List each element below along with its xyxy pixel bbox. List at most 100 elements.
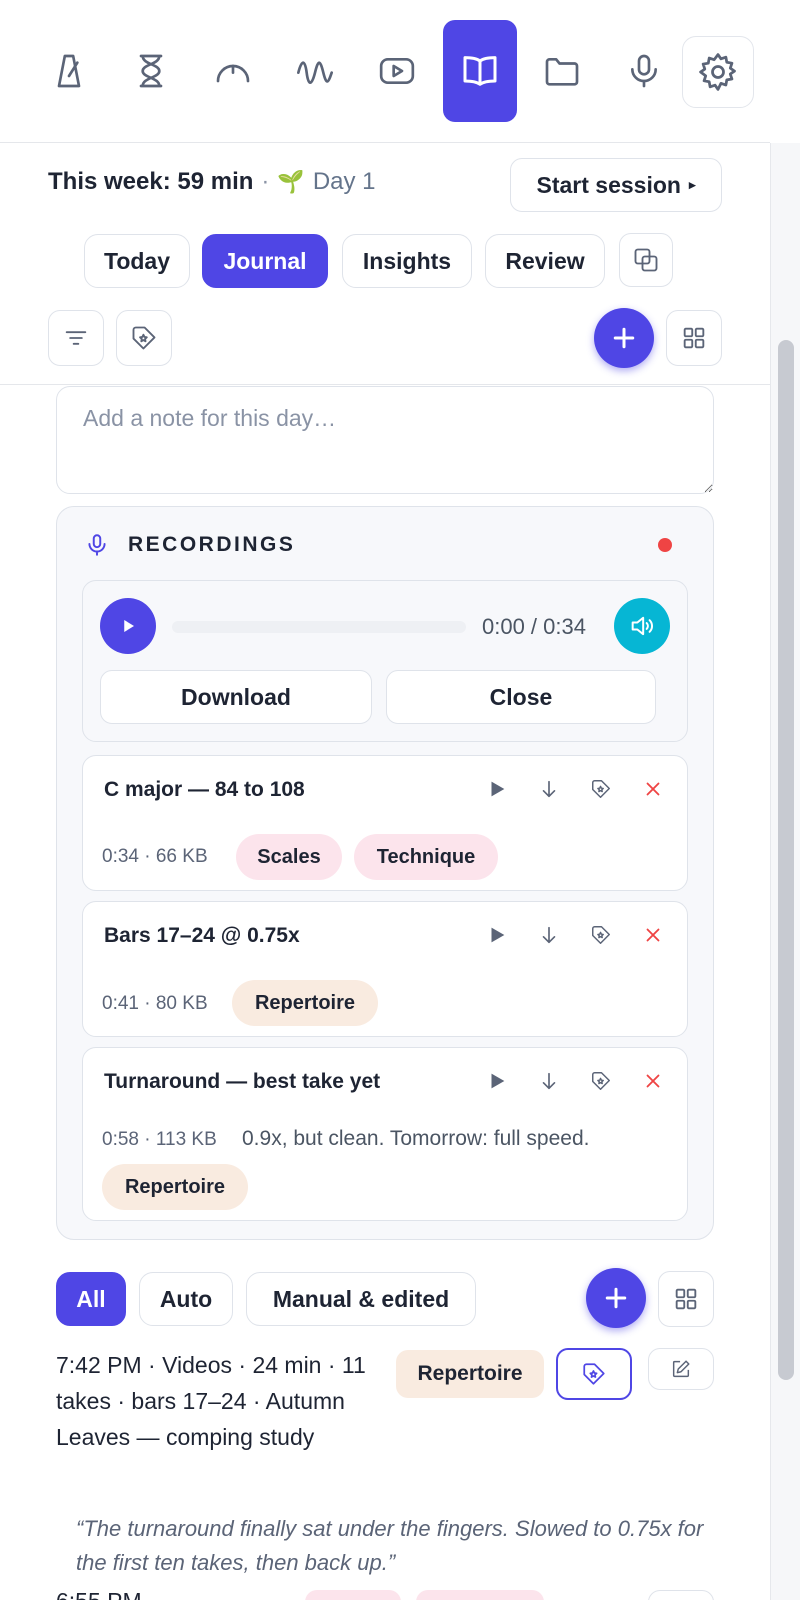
tuner-tool[interactable] (196, 20, 270, 122)
grid-view-button[interactable] (658, 1271, 714, 1327)
filter-auto[interactable]: Auto (139, 1272, 233, 1326)
recording-delete-button[interactable] (638, 1066, 668, 1096)
close-icon (646, 1074, 660, 1088)
grid-icon (683, 327, 705, 349)
tag-icon (583, 1363, 605, 1385)
recording-tag-button[interactable] (586, 774, 616, 804)
play-caret-icon: ▸ (688, 177, 696, 192)
recording-delete-button[interactable] (638, 774, 668, 804)
recording-play-button[interactable] (482, 920, 512, 950)
tag-icon (592, 780, 610, 798)
compare-button[interactable] (619, 233, 673, 287)
record-tool[interactable] (607, 20, 681, 122)
arrow-down-icon (542, 780, 556, 798)
scrollbar-thumb[interactable] (778, 340, 794, 1380)
tool-bar (0, 0, 770, 143)
library-tool[interactable] (525, 20, 599, 122)
arrow-down-icon (542, 1072, 556, 1090)
microphone-icon (88, 534, 106, 556)
recording-title: C major — 84 to 108 (104, 778, 305, 801)
video-tool[interactable] (360, 20, 434, 122)
tab-today[interactable]: Today (84, 234, 190, 288)
player-time: 0:00 / 0:34 (482, 614, 586, 639)
tab-journal[interactable]: Journal (202, 234, 328, 288)
plus-icon (613, 327, 635, 349)
filter-manual-edited[interactable]: Manual & edited (246, 1272, 476, 1326)
entry-tag-button[interactable] (556, 1348, 632, 1400)
streak-label: Day 1 (312, 168, 376, 195)
next-entry-time: 6:55 PM (56, 1588, 142, 1600)
recording-download-button[interactable] (534, 1066, 564, 1096)
gear-icon (699, 53, 736, 91)
download-button[interactable]: Download (100, 670, 372, 724)
week-total: This week: 59 min (48, 168, 254, 195)
entry-quote: “The turnaround finally sat under the fi… (76, 1516, 704, 1575)
recordings-header: RECORDINGS (84, 530, 295, 560)
video-icon (379, 58, 415, 84)
next-entry-tag-chip[interactable] (416, 1590, 544, 1600)
copy-compare-icon (634, 248, 658, 272)
grid-view-button[interactable] (666, 310, 722, 366)
tag-chip[interactable]: Scales (236, 834, 342, 880)
day-note-input[interactable] (56, 386, 714, 494)
waveform-tool[interactable] (278, 20, 352, 122)
next-entry-edit-button[interactable] (648, 1590, 714, 1600)
recording-delete-button[interactable] (638, 920, 668, 950)
recording-download-button[interactable] (534, 774, 564, 804)
recording-meta: 0:41 · 80 KB (102, 993, 208, 1014)
settings-button[interactable] (682, 36, 754, 108)
volume-button[interactable] (614, 598, 670, 654)
microphone-icon (631, 54, 657, 88)
entry-tag-chip[interactable]: Repertoire (396, 1350, 544, 1398)
close-icon (646, 782, 660, 796)
start-session-label: Start session (536, 171, 681, 198)
tag-chip[interactable]: Repertoire (102, 1164, 248, 1210)
separator: · (261, 168, 270, 195)
recording-tag-button[interactable] (586, 1066, 616, 1096)
recording-download-button[interactable] (534, 920, 564, 950)
play-icon (491, 781, 505, 797)
recording-play-button[interactable] (482, 774, 512, 804)
recording-title: Bars 17–24 @ 0.75x (104, 924, 300, 947)
player-play-button[interactable] (100, 598, 156, 654)
add-entry-button[interactable] (594, 308, 654, 368)
journal-tool[interactable] (443, 20, 517, 122)
filter-button[interactable] (48, 310, 104, 366)
recording-meta: 0:34 · 66 KB (102, 846, 208, 867)
metronome-tool[interactable] (32, 20, 106, 122)
filter-all[interactable]: All (56, 1272, 126, 1326)
player-progress-bar[interactable] (172, 621, 466, 633)
recording-title: Turnaround — best take yet (104, 1070, 381, 1093)
recording-indicator-dot (658, 538, 672, 552)
week-summary: This week: 59 min · 🌱 Day 1 (48, 168, 376, 196)
tab-review[interactable]: Review (485, 234, 605, 288)
edit-icon (672, 1360, 690, 1378)
folder-icon (545, 58, 579, 86)
header-divider (0, 384, 770, 385)
tag-chip[interactable]: Repertoire (232, 980, 378, 1026)
play-icon (491, 1073, 505, 1089)
add-entry-button[interactable] (586, 1268, 646, 1328)
sprout-icon: 🌱 (277, 169, 305, 194)
tag-chip[interactable]: Technique (354, 834, 498, 880)
entry-summary: 7:42 PM · Videos · 24 min · 11 takes · b… (56, 1352, 366, 1450)
tag-icon (132, 326, 156, 350)
recording-tag-button[interactable] (586, 920, 616, 950)
timer-tool[interactable] (114, 20, 188, 122)
play-icon (124, 620, 134, 632)
volume-icon (631, 616, 654, 636)
recordings-title: RECORDINGS (128, 533, 296, 556)
tab-insights[interactable]: Insights (342, 234, 472, 288)
start-session-button[interactable]: Start session ▸ (510, 158, 722, 212)
entry-edit-button[interactable] (648, 1348, 714, 1390)
metronome-icon (57, 54, 81, 88)
tags-button[interactable] (116, 310, 172, 366)
grid-icon (675, 1288, 697, 1310)
tuner-gauge-icon (216, 64, 250, 83)
recording-meta: 0:58 · 113 KB (102, 1129, 217, 1150)
recording-play-button[interactable] (482, 1066, 512, 1096)
hourglass-icon (139, 54, 163, 88)
next-entry-tag-chip[interactable] (305, 1590, 401, 1600)
filter-lines-icon (65, 331, 87, 345)
close-player-button[interactable]: Close (386, 670, 656, 724)
